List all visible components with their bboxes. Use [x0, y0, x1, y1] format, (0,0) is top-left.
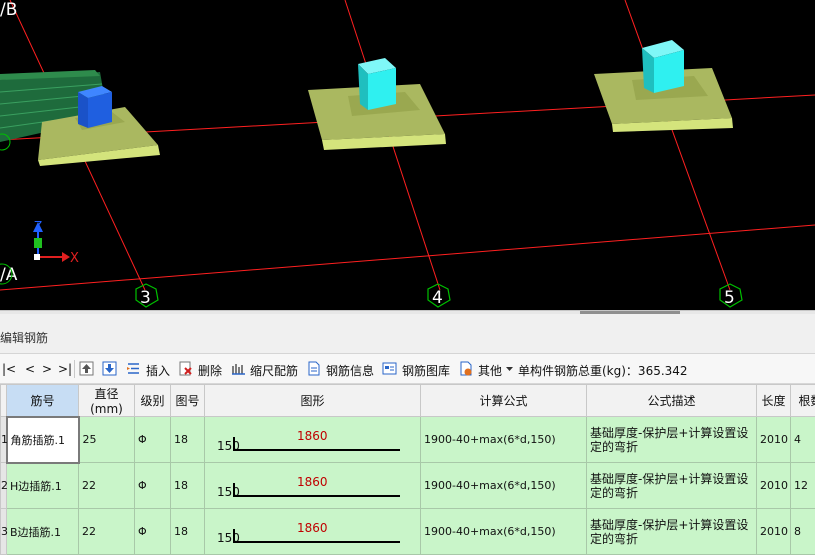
grid-label-4: 4 [432, 288, 443, 308]
nav-first-button[interactable]: |< [2, 362, 16, 376]
grid-label-a: /A [0, 265, 18, 285]
bar-name-cell[interactable]: B边插筋.1 [7, 509, 79, 555]
figure-no-cell[interactable]: 18 [171, 509, 205, 555]
other-menu-button[interactable]: 其他 [478, 362, 502, 379]
panel-header: 编辑钢筋 [0, 314, 815, 354]
scale-rebar-button[interactable]: 缩尺配筋 [250, 362, 298, 379]
rebar-library-button[interactable]: 钢筋图库 [402, 362, 450, 379]
grid-marker-3[interactable]: 3 [136, 284, 158, 308]
count-cell[interactable]: 4 [791, 417, 815, 463]
table-row[interactable]: 3 B边插筋.1 22 Φ 18 150 1860 1900-40+max(6*… [1, 509, 815, 555]
axis-x-label: X [70, 251, 79, 266]
shape-cell[interactable]: 150 1860 [205, 417, 421, 463]
other-icon[interactable] [458, 361, 473, 376]
grid-label-5: 5 [724, 288, 735, 308]
toolbar-divider [74, 360, 75, 378]
diameter-cell[interactable]: 25 [79, 417, 135, 463]
formula-cell[interactable]: 1900-40+max(6*d,150) [421, 463, 587, 509]
column-1[interactable] [78, 86, 112, 128]
table-header-row: 筋号 直径(mm) 级别 图号 图形 计算公式 公式描述 长度 根数 [1, 385, 815, 417]
3d-scene[interactable]: /B /A 3 4 5 Z X [0, 0, 815, 312]
nav-prev-button[interactable]: < [25, 362, 35, 376]
grid-marker-4[interactable]: 4 [428, 284, 450, 308]
grid-marker-5[interactable]: 5 [720, 284, 742, 308]
total-weight-label: 单构件钢筋总重(kg)：365.342 [518, 362, 688, 379]
table-row[interactable]: 1 角筋插筋.1 25 Φ 18 150 1860 1900-40+max(6*… [1, 417, 815, 463]
rebar-library-icon[interactable] [382, 361, 397, 376]
delete-button[interactable]: 删除 [198, 362, 222, 379]
shape-cell[interactable]: 150 1860 [205, 509, 421, 555]
scale-rebar-icon[interactable] [231, 361, 246, 376]
shape-main-length[interactable]: 1860 [297, 521, 328, 535]
count-cell[interactable]: 12 [791, 463, 815, 509]
column-3[interactable] [642, 40, 684, 93]
count-cell[interactable]: 8 [791, 509, 815, 555]
column-2[interactable] [358, 58, 396, 110]
column-header-bar-no[interactable]: 筋号 [7, 385, 79, 417]
shape-cell[interactable]: 150 1860 [205, 463, 421, 509]
length-cell[interactable]: 2010 [757, 463, 791, 509]
3d-viewport[interactable]: /B /A 3 4 5 Z X [0, 0, 815, 312]
column-header-description[interactable]: 公式描述 [587, 385, 757, 417]
rebar-toolbar: |< < > >| 插入 删除 缩尺配筋 钢筋信息 钢筋图库 其他 单构件钢筋总… [0, 354, 815, 384]
diameter-cell[interactable]: 22 [79, 509, 135, 555]
column-header-grade[interactable]: 级别 [135, 385, 171, 417]
description-cell[interactable]: 基础厚度-保护层+计算设置设定的弯折 [587, 417, 757, 463]
shape-main-length[interactable]: 1860 [297, 429, 328, 443]
column-header-count[interactable]: 根数 [791, 385, 815, 417]
nav-next-button[interactable]: > [42, 362, 52, 376]
grade-cell[interactable]: Φ [135, 509, 171, 555]
length-cell[interactable]: 2010 [757, 509, 791, 555]
delete-icon[interactable] [178, 361, 193, 376]
insert-button[interactable]: 插入 [146, 362, 170, 379]
grade-cell[interactable]: Φ [135, 463, 171, 509]
bar-name-cell[interactable]: H边插筋.1 [7, 463, 79, 509]
insert-icon[interactable] [126, 361, 141, 376]
rebar-info-icon[interactable] [306, 361, 321, 376]
length-cell[interactable]: 2010 [757, 417, 791, 463]
grid-label-b: /B [0, 0, 17, 20]
grade-cell[interactable]: Φ [135, 417, 171, 463]
figure-no-cell[interactable]: 18 [171, 417, 205, 463]
column-header-shape[interactable]: 图形 [205, 385, 421, 417]
column-header-formula[interactable]: 计算公式 [421, 385, 587, 417]
move-up-icon[interactable] [79, 361, 94, 376]
description-cell[interactable]: 基础厚度-保护层+计算设置设定的弯折 [587, 509, 757, 555]
diameter-cell[interactable]: 22 [79, 463, 135, 509]
move-down-icon[interactable] [102, 361, 117, 376]
column-header-figure-no[interactable]: 图号 [171, 385, 205, 417]
formula-cell[interactable]: 1900-40+max(6*d,150) [421, 509, 587, 555]
rebar-table: 筋号 直径(mm) 级别 图号 图形 计算公式 公式描述 长度 根数 1 角筋插… [0, 384, 815, 541]
description-cell[interactable]: 基础厚度-保护层+计算设置设定的弯折 [587, 463, 757, 509]
bar-name-cell[interactable]: 角筋插筋.1 [7, 417, 79, 463]
axis-z-label: Z [34, 219, 42, 233]
table-row[interactable]: 2 H边插筋.1 22 Φ 18 150 1860 1900-40+max(6*… [1, 463, 815, 509]
nav-last-button[interactable]: >| [58, 362, 72, 376]
column-header-diameter[interactable]: 直径(mm) [79, 385, 135, 417]
panel-title: 编辑钢筋 [0, 329, 48, 346]
figure-no-cell[interactable]: 18 [171, 463, 205, 509]
grid-label-3: 3 [140, 288, 151, 308]
shape-main-length[interactable]: 1860 [297, 475, 328, 489]
formula-cell[interactable]: 1900-40+max(6*d,150) [421, 417, 587, 463]
chevron-down-icon[interactable] [505, 361, 514, 376]
axis-gizmo: Z X [33, 219, 79, 266]
column-header-length[interactable]: 长度 [757, 385, 791, 417]
rebar-info-button[interactable]: 钢筋信息 [326, 362, 374, 379]
